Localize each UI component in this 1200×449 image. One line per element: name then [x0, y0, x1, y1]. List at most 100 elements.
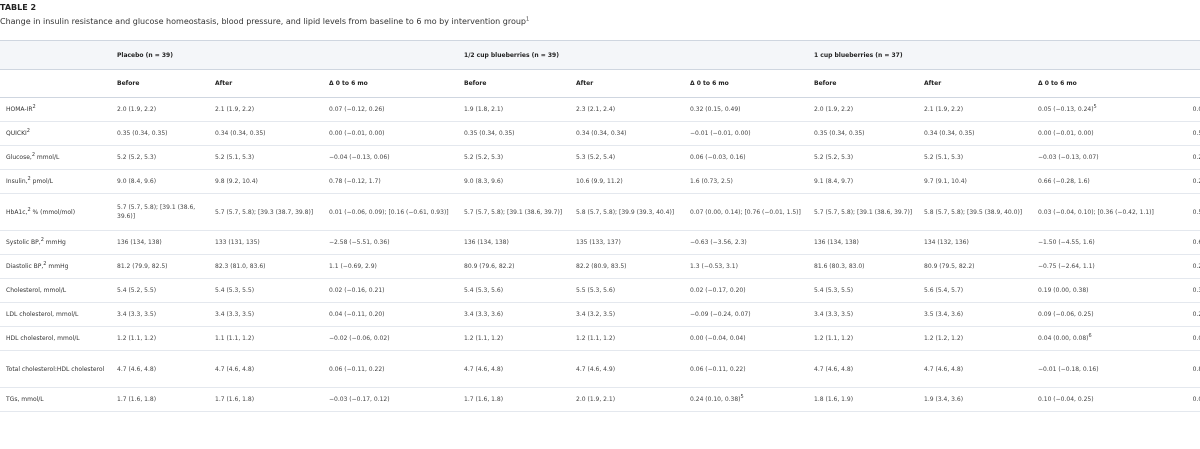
table-cell: 2.0 (1.9, 2.2) — [808, 97, 919, 122]
cell-value: 0.01 (−0.06, 0.09); [0.16 (−0.61, 0.93)] — [329, 208, 449, 216]
table-cell: 5.4 (5.3, 5.5) — [209, 278, 323, 303]
table-cell: 2.3 (2.1, 2.4) — [570, 97, 685, 122]
column-header: Before — [111, 69, 209, 98]
row-label-unit: pmol/L — [30, 178, 53, 185]
cell-value: 5.7 (5.7, 5.8); [39.3 (38.7, 39.8)] — [215, 208, 314, 216]
cell-value: 5.8 (5.7, 5.8); [39.9 (39.3, 40.4)] — [576, 208, 675, 216]
cell-value: 5.7 (5.7, 5.8); [39.1 (38.6, 39.7)] — [814, 208, 913, 216]
table-cell: −1.50 (−4.55, 1.6) — [1032, 230, 1157, 255]
cell-value: 0.35 (0.34, 0.35) — [464, 130, 515, 137]
table-cell: 0.01 (−0.06, 0.09); [0.16 (−0.61, 0.93)] — [323, 193, 459, 231]
group-header-p-blank — [1156, 40, 1200, 70]
table-cell: 0.02 (−0.16, 0.21) — [323, 278, 459, 303]
table-row: HDL cholesterol, mmol/L 1.2 (1.1, 1.2) 1.1… — [0, 326, 1200, 351]
cell-value: 1.7 (1.6, 1.8) — [117, 396, 157, 403]
p-value: 0.28 — [1156, 169, 1200, 194]
cell-value: 4.7 (4.6, 4.8) — [814, 365, 854, 373]
p-value: 0.65 — [1156, 230, 1200, 255]
table-cell: −0.03 (−0.17, 0.12) — [323, 387, 459, 412]
table-row: Systolic BP,2 mmHg 136 (134, 138) 133 (131… — [0, 230, 1200, 255]
cell-value: 5.3 (5.2, 5.4) — [576, 154, 616, 161]
table-cell: 9.0 (8.4, 9.6) — [111, 169, 209, 194]
cell-value: 1.8 (1.6, 1.9) — [814, 396, 854, 403]
footnote-marker: 5 — [1093, 104, 1097, 110]
table-row: Cholesterol, mmol/L 5.4 (5.2, 5.5) 5.4 (5.… — [0, 278, 1200, 303]
cell-value: 1.1 (1.1, 1.2) — [215, 335, 255, 342]
cell-value: 81.6 (80.3, 83.0) — [814, 263, 865, 270]
cell-value: 0.66 (−0.28, 1.6) — [1038, 178, 1090, 185]
column-header-blank — [0, 69, 111, 98]
table-cell: 4.7 (4.6, 4.8) — [918, 350, 1033, 388]
table-cell: 1.2 (1.1, 1.2) — [570, 326, 685, 351]
row-label: Total cholesterol:HDL cholesterol — [0, 350, 111, 388]
table-row: HOMA-IR2 2.0 (1.9, 2.2) 2.1 (1.9, 2.2) 0.07… — [0, 97, 1200, 122]
cell-value: 0.10 (−0.04, 0.25) — [1038, 396, 1094, 403]
cell-value: 5.4 (5.3, 5.5) — [814, 287, 854, 294]
table-cell: 0.09 (−0.06, 0.25) — [1032, 302, 1157, 327]
table-cell: 1.3 (−0.53, 3.1) — [684, 254, 809, 279]
table-cell: 4.7 (4.6, 4.9) — [570, 350, 685, 388]
cell-value: 136 (134, 138) — [814, 239, 859, 246]
table-row: Insulin,2 pmol/L 9.0 (8.4, 9.6) 9.8 (9.2, … — [0, 169, 1200, 194]
table-cell: 5.3 (5.2, 5.4) — [570, 145, 685, 170]
table-cell: 5.5 (5.3, 5.6) — [570, 278, 685, 303]
group-header-one-cup: 1 cup blueberries (n = 37) — [808, 40, 1157, 70]
table-cell: −0.03 (−0.13, 0.07) — [1032, 145, 1157, 170]
table-body: HOMA-IR2 2.0 (1.9, 2.2) 2.1 (1.9, 2.2) 0.07… — [0, 97, 1200, 412]
cell-value: 0.35 (0.34, 0.35) — [117, 130, 168, 137]
table-cell: −0.01 (−0.01, 0.00) — [684, 121, 809, 146]
row-label: LDL cholesterol, mmol/L — [0, 302, 111, 327]
row-label: Insulin,2 pmol/L — [0, 169, 111, 194]
cell-value: 0.24 (0.10, 0.38) — [690, 396, 741, 403]
cell-value: −0.02 (−0.06, 0.02) — [329, 335, 390, 342]
footnote-marker: 6 — [1088, 333, 1092, 339]
caption-text: Change in insulin resistance and glucose… — [0, 17, 526, 26]
footnote-marker: 2 — [32, 104, 36, 110]
table-cell: 0.05 (−0.13, 0.24)5 — [1032, 97, 1157, 122]
cell-value: 136 (134, 138) — [464, 239, 509, 246]
cell-value: 2.0 (1.9, 2.2) — [814, 106, 854, 113]
cell-value: 1.6 (0.73, 2.5) — [690, 178, 733, 185]
footnote-marker: 5 — [740, 394, 744, 400]
table-row: HbA1c,2 % (mmol/mol) 5.7 (5.7, 5.8); [39.… — [0, 193, 1200, 231]
cell-value: −0.04 (−0.13, 0.06) — [329, 154, 390, 161]
table-cell: 5.8 (5.7, 5.8); [39.5 (38.9, 40.0)] — [918, 193, 1033, 231]
table-cell: −0.09 (−0.24, 0.07) — [684, 302, 809, 327]
table-cell: 9.7 (9.1, 10.4) — [918, 169, 1033, 194]
table-cell: 82.3 (81.0, 83.6) — [209, 254, 323, 279]
row-label: Glucose,2 mmol/L — [0, 145, 111, 170]
table-cell: 0.00 (−0.01, 0.00) — [1032, 121, 1157, 146]
cell-value: 3.5 (3.4, 3.6) — [924, 311, 964, 318]
table-cell: 0.04 (0.00, 0.08)6 — [1032, 326, 1157, 351]
row-label-text: LDL cholesterol, mmol/L — [6, 311, 79, 318]
row-label: HDL cholesterol, mmol/L — [0, 326, 111, 351]
results-table: Placebo (n = 39) 1/2 cup blueberries (n … — [0, 40, 1200, 412]
row-label: HOMA-IR2 — [0, 97, 111, 122]
cell-value: 136 (134, 138) — [117, 239, 162, 246]
column-header: Δ 0 to 6 mo — [323, 69, 459, 98]
row-label-text: HOMA-IR — [6, 106, 33, 113]
cell-value: 1.1 (−0.69, 2.9) — [329, 263, 377, 270]
table-cell: 82.2 (80.9, 83.5) — [570, 254, 685, 279]
cell-value: 0.00 (−0.01, 0.00) — [1038, 130, 1094, 137]
table-cell: 5.2 (5.2, 5.3) — [458, 145, 571, 170]
cell-value: 0.03 (−0.04, 0.10); [0.36 (−0.42, 1.1)] — [1038, 208, 1154, 216]
row-label-unit: mmol/L — [35, 154, 60, 161]
cell-value: 134 (132, 136) — [924, 239, 969, 246]
table-cell: 0.06 (−0.11, 0.22) — [684, 350, 809, 388]
cell-value: 133 (131, 135) — [215, 239, 260, 246]
cell-value: −0.75 (−2.64, 1.1) — [1038, 263, 1095, 270]
cell-value: 80.9 (79.5, 82.2) — [924, 263, 975, 270]
table-cell: 1.8 (1.6, 1.9) — [808, 387, 919, 412]
row-label-text: Systolic BP, — [6, 239, 41, 246]
table-cell: 0.03 (−0.04, 0.10); [0.36 (−0.42, 1.1)] — [1032, 193, 1157, 231]
table-cell: 136 (134, 138) — [111, 230, 209, 255]
table-cell: 0.35 (0.34, 0.35) — [111, 121, 209, 146]
cell-value: 5.2 (5.1, 5.3) — [924, 154, 964, 161]
cell-value: −0.03 (−0.13, 0.07) — [1038, 154, 1099, 161]
cell-value: 9.0 (8.3, 9.6) — [464, 178, 504, 185]
table-cell: 9.8 (9.2, 10.4) — [209, 169, 323, 194]
cell-value: 2.3 (2.1, 2.4) — [576, 106, 616, 113]
cell-value: 0.34 (0.34, 0.35) — [924, 130, 975, 137]
row-label-text: TGs, mmol/L — [6, 396, 44, 403]
